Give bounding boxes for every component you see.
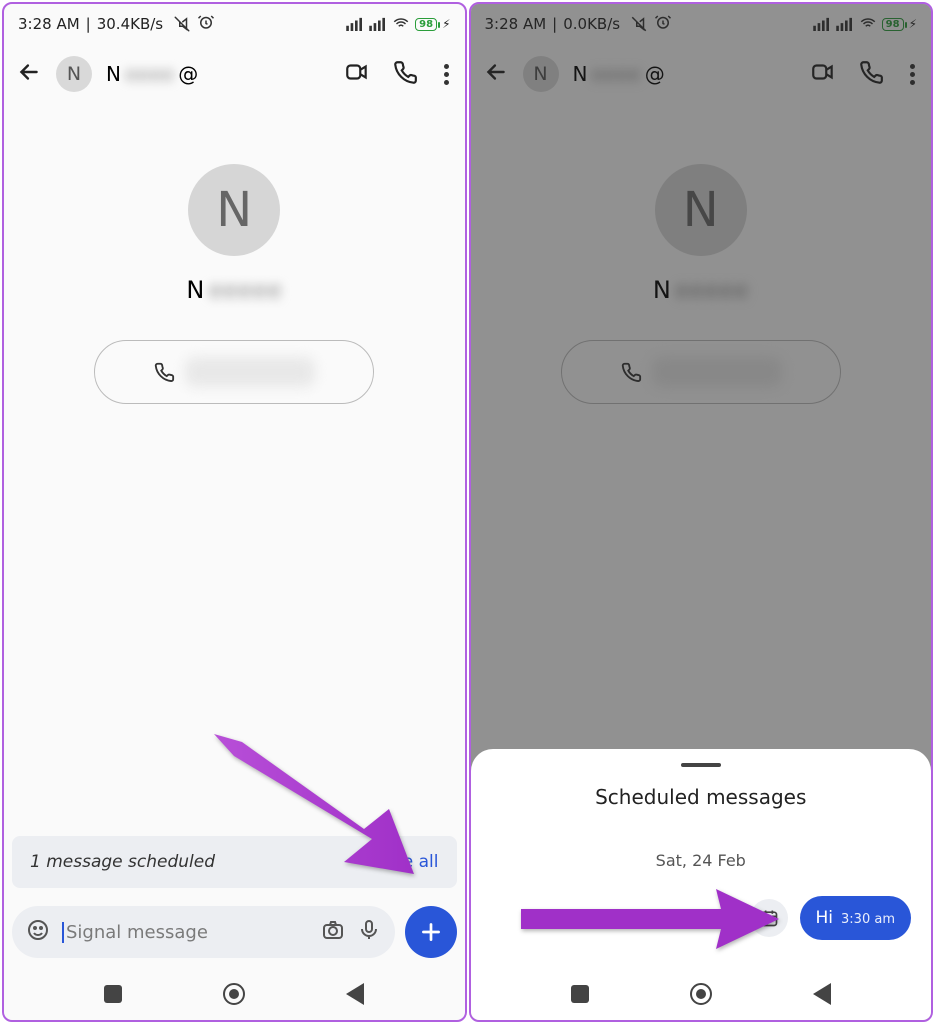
status-alarm-icon <box>197 13 215 35</box>
message-text: Hi <box>816 908 834 928</box>
contact-avatar-large: N <box>188 164 280 256</box>
contact-name-large: N eeeee <box>186 276 282 304</box>
emoji-icon[interactable] <box>26 918 50 946</box>
message-composer: Signal message <box>12 904 457 960</box>
chat-header: N N eeee @ <box>4 44 465 104</box>
nav-recent-button[interactable] <box>104 985 122 1003</box>
camera-icon[interactable] <box>321 918 345 946</box>
charging-icon: ⚡ <box>442 17 450 31</box>
battery-indicator: 98 <box>415 18 437 31</box>
phone-number-pill[interactable] <box>94 340 374 404</box>
status-mute-icon <box>173 15 191 33</box>
contact-name-header[interactable]: N eeee @ <box>106 62 330 86</box>
message-input[interactable]: Signal message <box>62 922 309 943</box>
signal-icon-2 <box>369 17 387 31</box>
more-options-button[interactable] <box>440 64 453 85</box>
sheet-title: Scheduled messages <box>491 785 912 809</box>
annotation-arrow <box>214 734 424 888</box>
scheduled-count-text: 1 message scheduled <box>30 852 215 872</box>
annotation-arrow <box>521 884 781 958</box>
status-left: 3:28 AM | 30.4KB/s <box>18 13 215 35</box>
add-attachment-button[interactable] <box>405 906 457 958</box>
status-right: 98 ⚡ <box>346 15 450 33</box>
scheduled-message-bubble[interactable]: Hi 3:30 am <box>800 896 911 940</box>
status-bar: 3:28 AM | 30.4KB/s 98 ⚡ <box>4 4 465 44</box>
nav-back-button[interactable] <box>813 983 831 1005</box>
compose-field[interactable]: Signal message <box>12 906 395 958</box>
android-navbar <box>4 968 465 1020</box>
signal-icon <box>346 17 364 31</box>
nav-back-button[interactable] <box>346 983 364 1005</box>
nav-home-button[interactable] <box>690 983 712 1005</box>
back-button[interactable] <box>16 59 42 89</box>
status-speed: 30.4KB/s <box>97 15 163 33</box>
sheet-date: Sat, 24 Feb <box>491 851 912 870</box>
contact-avatar-small[interactable]: N <box>56 56 92 92</box>
nav-recent-button[interactable] <box>571 985 589 1003</box>
message-time: 3:30 am <box>841 912 895 927</box>
status-time: 3:28 AM <box>18 15 80 33</box>
microphone-icon[interactable] <box>357 918 381 946</box>
sheet-drag-handle[interactable] <box>681 763 721 767</box>
right-screenshot: 3:28 AM | 0.0KB/s 98 ⚡ N N eeee @ <box>469 2 934 1022</box>
left-screenshot: 3:28 AM | 30.4KB/s 98 ⚡ N N eeee @ <box>2 2 467 1022</box>
nav-home-button[interactable] <box>223 983 245 1005</box>
video-call-button[interactable] <box>344 59 370 89</box>
android-navbar <box>471 968 932 1020</box>
voice-call-button[interactable] <box>392 59 418 89</box>
wifi-icon <box>392 15 410 33</box>
